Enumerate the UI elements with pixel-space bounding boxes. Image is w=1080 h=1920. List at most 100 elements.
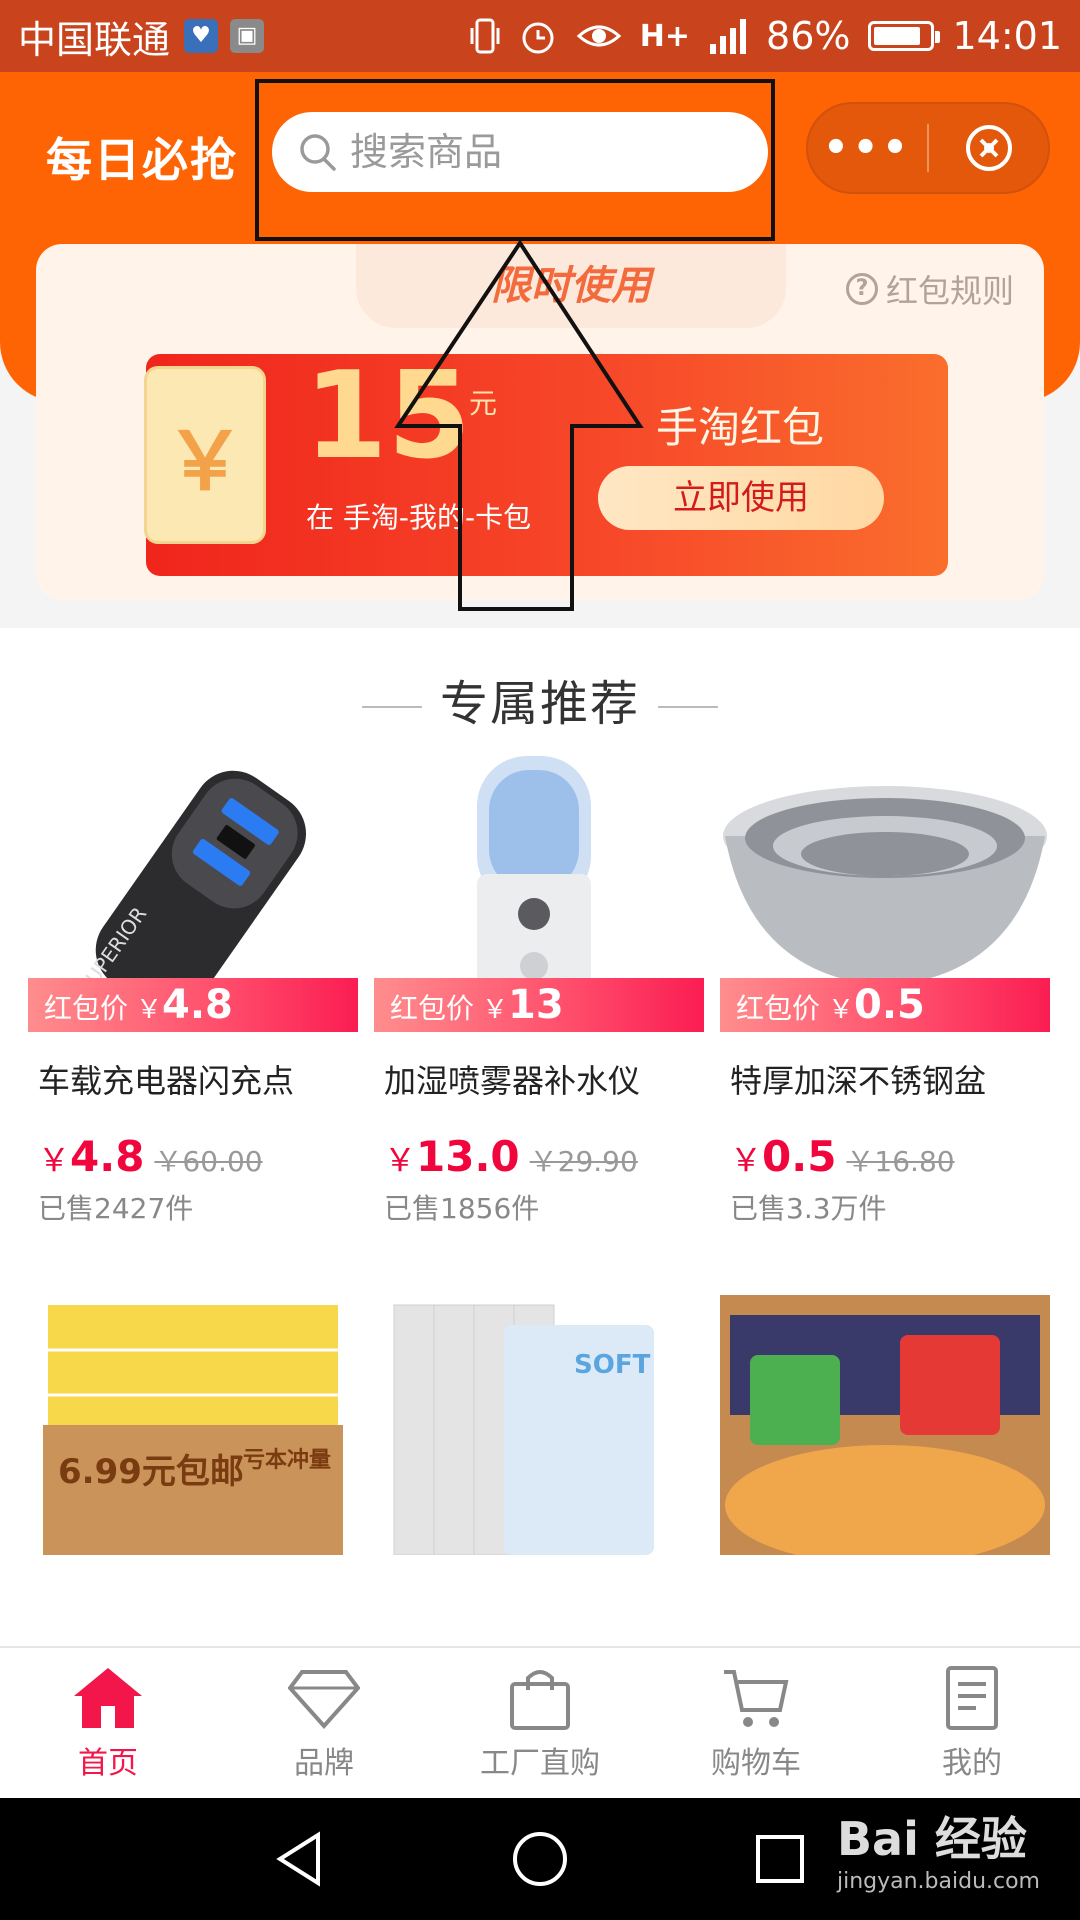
- tab-label: 购物车: [711, 1746, 801, 1781]
- price-tag-label: 红包价: [390, 992, 475, 1025]
- recommend-title-text: 专属推荐: [439, 676, 640, 732]
- recents-icon[interactable]: [750, 1829, 810, 1889]
- more-button[interactable]: •••: [808, 125, 927, 171]
- carrier-name: 中国联通: [18, 17, 171, 62]
- close-target-icon: [965, 125, 1012, 171]
- humidifier-image: 红包价 ￥ 13: [374, 746, 704, 1032]
- price-tag-value: 0.5: [854, 982, 925, 1028]
- product-card[interactable]: 红包价 ￥ 13 加湿喷雾器补水仪 ￥ 13.0 ￥29.90 已售1856件: [366, 746, 712, 1227]
- product-sold-count: 已售3.3万件: [730, 1192, 887, 1225]
- bag-icon: [510, 1670, 570, 1730]
- gallery-app-icon: ▣: [230, 19, 265, 53]
- product-sold-count: 已售2427件: [38, 1192, 194, 1225]
- status-bar: 中国联通 ♥ ▣ H+ 86% 14:01: [0, 0, 1080, 72]
- box-print-text: 6.99元包邮: [58, 1452, 244, 1492]
- price-tag-value: 13: [508, 982, 564, 1028]
- tab-home[interactable]: 首页: [0, 1648, 216, 1798]
- product-card[interactable]: [712, 1295, 1058, 1555]
- price-tag-yen: ￥: [482, 995, 509, 1025]
- alarm-icon: [522, 22, 554, 54]
- product-price-row: ￥ 0.5 ￥16.80: [730, 1132, 1058, 1181]
- miniprogram-capsule: •••: [806, 102, 1050, 194]
- product-original-price: ￥60.00: [154, 1145, 263, 1178]
- recommend-section: 专属推荐 SUPERIOR 红包价 ￥ 4.8 车载充电器闪充点 ￥ 4.8 ￥…: [0, 628, 1080, 1648]
- price-tag-label: 红包价: [44, 992, 129, 1025]
- search-bar[interactable]: [272, 112, 768, 192]
- product-sold-count: 已售1856件: [384, 1192, 540, 1225]
- home-icon: [74, 1668, 142, 1728]
- toilet-paper-image: SOFT: [374, 1295, 704, 1555]
- search-input[interactable]: [350, 130, 710, 174]
- snacks-graphic: [720, 1295, 1050, 1555]
- diamond-icon: [288, 1670, 360, 1729]
- home-circle-icon[interactable]: [510, 1829, 570, 1889]
- price-tag-yen: ￥: [828, 995, 855, 1025]
- tissue-box-graphic: 6.99元包邮 亏本冲量: [28, 1295, 358, 1555]
- coupon-rules-label: 红包规则: [885, 272, 1014, 310]
- product-card[interactable]: SOFT: [366, 1295, 712, 1555]
- cart-icon: [724, 1670, 789, 1727]
- tab-label: 品牌: [294, 1746, 354, 1781]
- tab-label: 工厂直购: [480, 1746, 600, 1781]
- product-card[interactable]: SUPERIOR 红包价 ￥ 4.8 车载充电器闪充点 ￥ 4.8 ￥60.00…: [20, 746, 366, 1227]
- product-price: 13.0: [416, 1132, 520, 1181]
- product-price: 4.8: [70, 1132, 145, 1181]
- yuan-icon: ￥: [144, 366, 266, 544]
- tab-brand[interactable]: 品牌: [216, 1648, 432, 1798]
- product-name: 车载充电器闪充点: [38, 1062, 295, 1100]
- snacks-image: [720, 1295, 1050, 1555]
- eye-comfort-icon: [576, 25, 622, 47]
- recommend-title: 专属推荐: [0, 664, 1080, 734]
- product-name: 特厚加深不锈钢盆: [730, 1062, 987, 1100]
- health-app-icon: ♥: [184, 19, 219, 53]
- search-icon: [300, 134, 336, 171]
- app-title: 每日必抢: [46, 133, 238, 187]
- title-divider-left: [361, 706, 422, 708]
- box-side-text: 亏本冲量: [243, 1448, 331, 1473]
- tab-mine[interactable]: 我的: [864, 1648, 1080, 1798]
- back-icon[interactable]: [270, 1829, 330, 1889]
- coupon-name: 手淘红包: [656, 403, 825, 452]
- tab-factory-direct[interactable]: 工厂直购: [432, 1648, 648, 1798]
- baidu-jingyan-watermark: Bai 经验 jingyan.baidu.com: [837, 1803, 1040, 1894]
- product-price: 0.5: [762, 1132, 837, 1181]
- price-tag-label: 红包价: [736, 992, 821, 1025]
- car-charger-image: SUPERIOR 红包价 ￥ 4.8: [28, 746, 358, 1032]
- steel-bowl-image: 红包价 ￥ 0.5: [720, 746, 1050, 1032]
- close-button[interactable]: [929, 122, 1048, 174]
- currency-symbol: ￥: [38, 1141, 71, 1179]
- price-tag-yen: ￥: [136, 995, 163, 1025]
- tab-cart[interactable]: 购物车: [648, 1648, 864, 1798]
- toilet-paper-graphic: SOFT: [374, 1295, 704, 1555]
- watermark-brand: Bai 经验: [836, 1812, 1027, 1866]
- red-packet-price-tag: 红包价 ￥ 13: [374, 978, 704, 1032]
- bottom-tab-bar: 首页 品牌 工厂直购 购物车 我的: [0, 1646, 1080, 1798]
- status-indicators: H+ 86% 14:01: [470, 14, 1062, 58]
- annotation-arrow: [394, 240, 644, 611]
- battery-icon: [868, 21, 941, 51]
- currency-symbol: ￥: [384, 1141, 417, 1179]
- app-screen: 中国联通 ♥ ▣ H+ 86% 14:01 每日必抢 •••: [0, 0, 1080, 1920]
- tab-label: 首页: [78, 1746, 138, 1781]
- package-print-text: SOFT: [574, 1350, 651, 1380]
- watermark-url: jingyan.baidu.com: [836, 1869, 1040, 1894]
- product-original-price: ￥16.80: [846, 1145, 955, 1178]
- price-tag-value: 4.8: [162, 982, 233, 1028]
- network-type: H+: [639, 18, 691, 54]
- product-price-row: ￥ 4.8 ￥60.00: [38, 1132, 366, 1181]
- coupon-rules-link[interactable]: ? 红包规则: [845, 266, 1014, 312]
- document-icon: [946, 1666, 998, 1730]
- signal-icon: [710, 19, 747, 54]
- battery-percent: 86%: [766, 14, 851, 58]
- product-card[interactable]: 红包价 ￥ 0.5 特厚加深不锈钢盆 ￥ 0.5 ￥16.80 已售3.3万件: [712, 746, 1058, 1227]
- red-packet-price-tag: 红包价 ￥ 4.8: [28, 978, 358, 1032]
- product-name: 加湿喷雾器补水仪: [384, 1062, 641, 1100]
- currency-symbol: ￥: [730, 1141, 763, 1179]
- product-original-price: ￥29.90: [529, 1145, 638, 1178]
- tab-label: 我的: [942, 1746, 1002, 1781]
- system-nav-bar: Bai 经验 jingyan.baidu.com: [0, 1798, 1080, 1920]
- header: 每日必抢 •••: [0, 72, 1080, 242]
- tissue-box-image: 6.99元包邮 亏本冲量: [28, 1295, 358, 1555]
- clock: 14:01: [952, 14, 1062, 58]
- product-card[interactable]: 6.99元包邮 亏本冲量: [20, 1295, 366, 1555]
